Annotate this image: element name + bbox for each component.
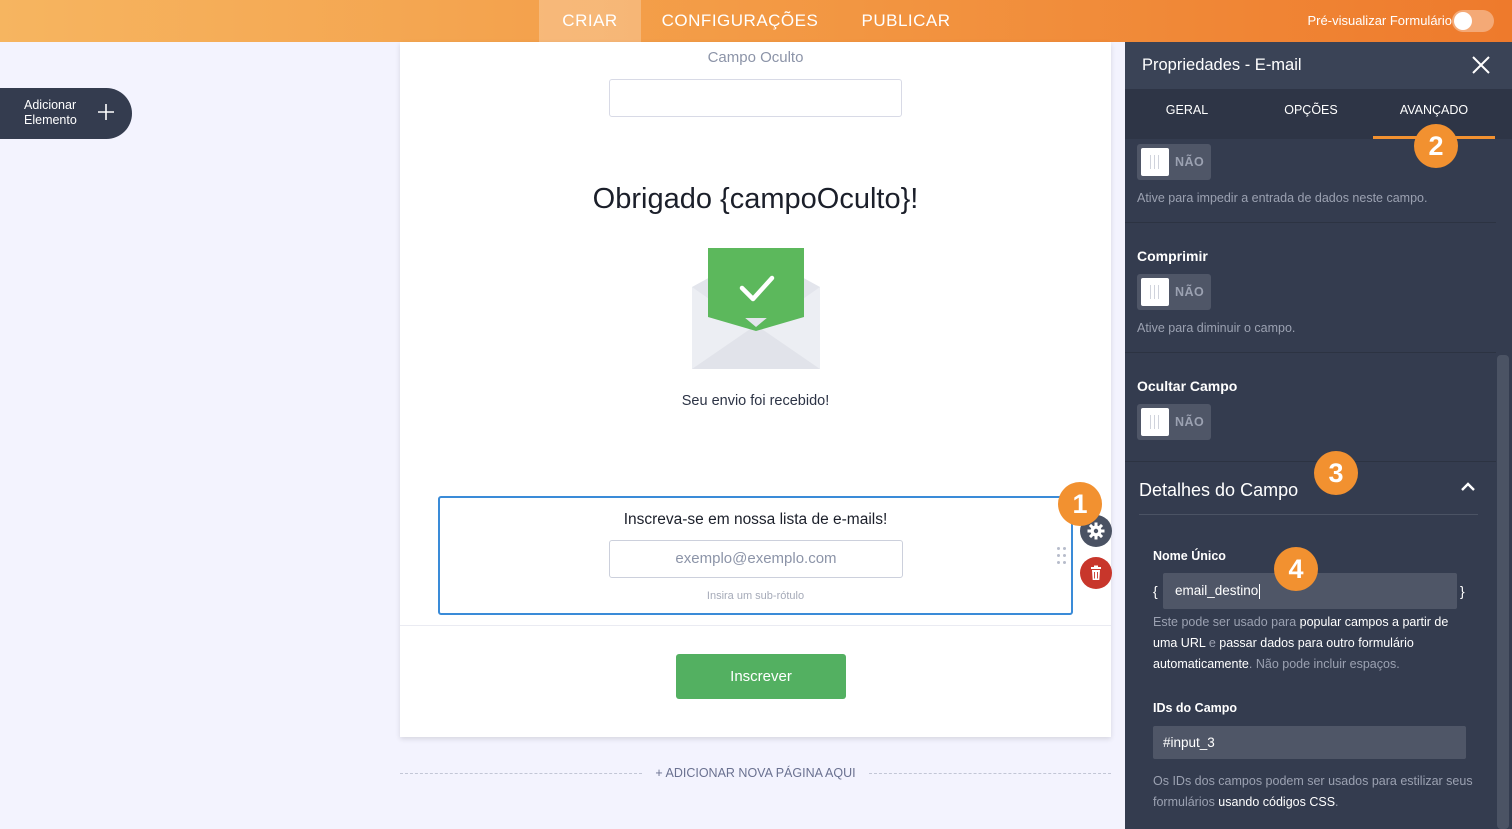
unique-desc-text: . Não pode incluir espaços. [1248,657,1400,671]
email-sublabel[interactable]: Insira um sub-rótulo [440,590,1071,602]
brace-close: } [1460,583,1465,599]
email-field-title: Inscreva-se em nossa lista de e-mails! [623,511,888,528]
gear-icon [1087,522,1105,540]
readonly-hint: Ative para impedir a entrada de dados ne… [1137,191,1428,205]
form-canvas: Campo Oculto Obrigado {campoOculto}! Seu… [400,42,1111,737]
tab-criar[interactable]: CRIAR [539,0,641,42]
shrink-label: Comprimir [1137,248,1208,264]
field-ids-input[interactable]: #input_3 [1153,726,1466,759]
properties-panel: Propriedades - E-mail GERAL OPÇÕES AVANÇ… [1125,42,1512,829]
delete-field-button[interactable] [1080,557,1112,589]
email-field-block[interactable]: Inscreva-se em nossa lista de e-mails! e… [438,496,1073,615]
submission-received-text: Seu envio foi recebido! [681,393,830,409]
preview-form-toggle[interactable] [1452,10,1494,32]
email-input[interactable]: exemplo@exemplo.com [609,540,903,578]
hidden-field-label: Campo Oculto [707,49,804,66]
dashed-divider-right [869,773,1111,774]
panel-tabs: GERAL OPÇÕES AVANÇADO [1125,89,1512,139]
add-element-label: Adicionar Elemento [24,98,77,128]
readonly-toggle[interactable]: NÃO [1137,144,1211,180]
hide-field-label: Ocultar Campo [1137,378,1238,394]
tab-opcoes[interactable]: OPÇÕES [1249,89,1373,139]
drag-handle-icon[interactable] [1056,546,1068,566]
field-details-title[interactable]: Detalhes do Campo [1139,480,1298,501]
add-new-page-label: + ADICIONAR NOVA PÁGINA AQUI [655,766,856,780]
unique-name-label: Nome Único [1153,549,1226,563]
plus-icon [96,100,116,126]
field-ids-description: Os IDs dos campos podem ser usados para … [1153,771,1475,813]
callout-badge-2: 2 [1414,124,1458,168]
unique-name-value: email_destino [1175,583,1259,598]
panel-body: NÃO Ative para impedir a entrada de dado… [1125,139,1496,829]
panel-scrollbar[interactable] [1497,355,1509,829]
dashed-divider-left [400,773,642,774]
hidden-field-input[interactable] [609,79,902,117]
toggle-knob [1454,12,1472,30]
callout-badge-3: 3 [1314,451,1358,495]
separator [1125,352,1496,353]
separator [1125,461,1496,462]
shrink-toggle-state: NÃO [1175,285,1205,299]
shrink-toggle[interactable]: NÃO [1137,274,1211,310]
close-panel-button[interactable] [1472,52,1490,78]
add-element-button[interactable]: Adicionar Elemento [0,88,132,139]
divider [400,625,1111,626]
shrink-hint: Ative para diminuir o campo. [1137,321,1296,335]
callout-badge-4: 4 [1274,547,1318,591]
text-caret [1259,583,1261,599]
close-icon [1472,56,1490,74]
tab-geral[interactable]: GERAL [1125,89,1249,139]
separator [1125,222,1496,223]
unique-desc-text: Este pode ser usado para [1153,615,1300,629]
toggle-knob [1141,278,1169,306]
panel-header: Propriedades - E-mail [1125,42,1512,89]
chevron-up-icon[interactable] [1460,479,1476,500]
subscribe-button[interactable]: Inscrever [676,654,846,699]
hide-field-toggle-state: NÃO [1175,415,1205,429]
tab-configuracoes[interactable]: CONFIGURAÇÕES [652,0,828,42]
add-new-page[interactable]: + ADICIONAR NOVA PÁGINA AQUI [400,766,1111,780]
css-codes-link[interactable]: usando códigos CSS [1218,795,1335,809]
add-element-label-line2: Elemento [24,113,77,127]
field-ids-label: IDs do Campo [1153,701,1238,715]
add-element-label-line1: Adicionar [24,98,77,112]
trash-icon [1091,565,1101,580]
hide-field-toggle[interactable]: NÃO [1137,404,1211,440]
tab-publicar[interactable]: PUBLICAR [850,0,962,42]
brace-open: { [1153,583,1158,599]
unique-desc-text: e [1205,636,1220,650]
callout-badge-1: 1 [1058,482,1102,526]
panel-title: Propriedades - E-mail [1142,56,1302,74]
toggle-knob [1141,408,1169,436]
envelope-check-icon [691,247,821,377]
toggle-knob [1141,148,1169,176]
thank-you-heading: Obrigado {campoOculto}! [592,183,919,215]
preview-form-label: Pré-visualizar Formulário [1307,13,1452,28]
unique-name-description: Este pode ser usado para popular campos … [1153,612,1475,675]
readonly-toggle-state: NÃO [1175,155,1205,169]
top-navigation-bar: CRIAR CONFIGURAÇÕES PUBLICAR Pré-visuali… [0,0,1512,42]
section-divider [1139,514,1478,515]
ids-desc-text: . [1335,795,1339,809]
